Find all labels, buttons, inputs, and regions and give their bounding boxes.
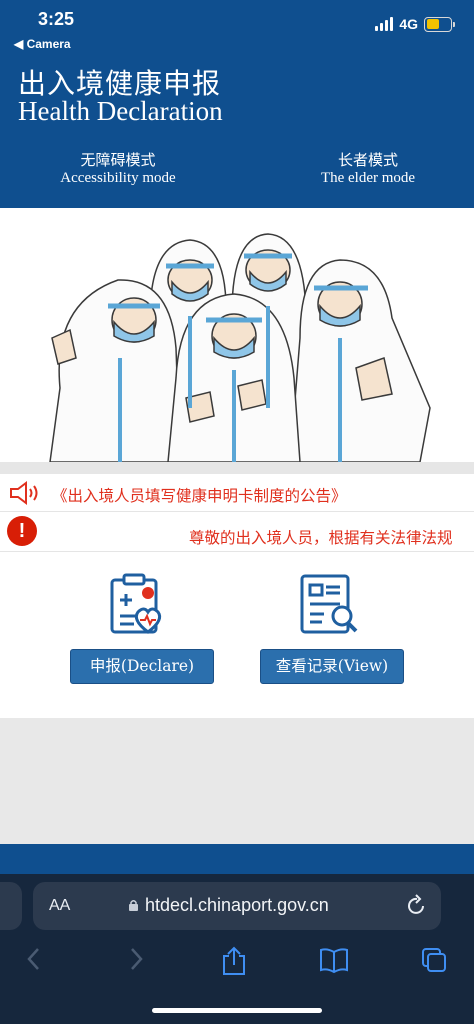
speaker-icon: [10, 481, 38, 505]
status-indicators: 4G: [375, 16, 455, 32]
page-footer: [0, 844, 474, 874]
elder-mode-link[interactable]: 长者模式 The elder mode: [312, 149, 424, 187]
reader-settings-button[interactable]: AA: [49, 897, 70, 915]
elder-mode-label-cn: 长者模式: [337, 151, 398, 169]
network-type: 4G: [399, 16, 418, 32]
home-indicator: [152, 1008, 322, 1013]
header: 3:25 ◀ Camera 4G 出入境健康申报 Health Declarat…: [0, 0, 474, 208]
view-records-icon[interactable]: [298, 572, 364, 636]
back-arrow-icon[interactable]: [24, 946, 44, 972]
address-bar[interactable]: AA htdecl.chinaport.gov.cn: [33, 882, 441, 930]
battery-icon: [424, 16, 455, 32]
announcement-bar[interactable]: 《出入境人员填写健康申明卡制度的公告》: [0, 474, 474, 512]
accessibility-mode-label-en: Accessibility mode: [60, 170, 176, 186]
page-title-en: Health Declaration: [18, 96, 223, 126]
banner-divider: [0, 462, 474, 474]
forward-arrow-icon[interactable]: [126, 946, 146, 972]
bookmarks-icon[interactable]: [318, 946, 350, 974]
back-to-camera-link[interactable]: ◀ Camera: [14, 37, 71, 51]
signal-icon: [375, 17, 394, 31]
browser-toolbar: AA htdecl.chinaport.gov.cn: [0, 874, 474, 1024]
status-time: 3:25: [38, 9, 75, 29]
url-text: htdecl.chinaport.gov.cn: [145, 895, 329, 915]
medical-staff-illustration: [0, 208, 474, 462]
lock-icon: [129, 900, 138, 911]
view-records-button[interactable]: 查看记录(View): [260, 649, 404, 684]
action-area: 申报(Declare) 查看记录(View): [0, 552, 474, 718]
share-icon[interactable]: [220, 946, 248, 976]
alert-icon: !: [7, 516, 37, 546]
declare-button[interactable]: 申报(Declare): [70, 649, 214, 684]
reload-icon[interactable]: [407, 894, 427, 916]
declare-form-icon[interactable]: [108, 572, 174, 636]
tabs-icon[interactable]: [420, 946, 448, 974]
announcement-link[interactable]: 《出入境人员填写健康申明卡制度的公告》: [52, 484, 347, 506]
elder-mode-label-en: The elder mode: [320, 170, 416, 186]
accessibility-mode-link[interactable]: 无障碍模式 Accessibility mode: [54, 149, 182, 187]
scrolling-notice-bar: ! 尊敬的出入境人员，根据有关法律法规: [0, 512, 474, 552]
accessibility-mode-label-cn: 无障碍模式: [80, 151, 156, 169]
previous-tab-preview[interactable]: [0, 882, 22, 930]
empty-content-area: [0, 718, 474, 844]
scrolling-notice-text: 尊敬的出入境人员，根据有关法律法规: [189, 529, 453, 547]
